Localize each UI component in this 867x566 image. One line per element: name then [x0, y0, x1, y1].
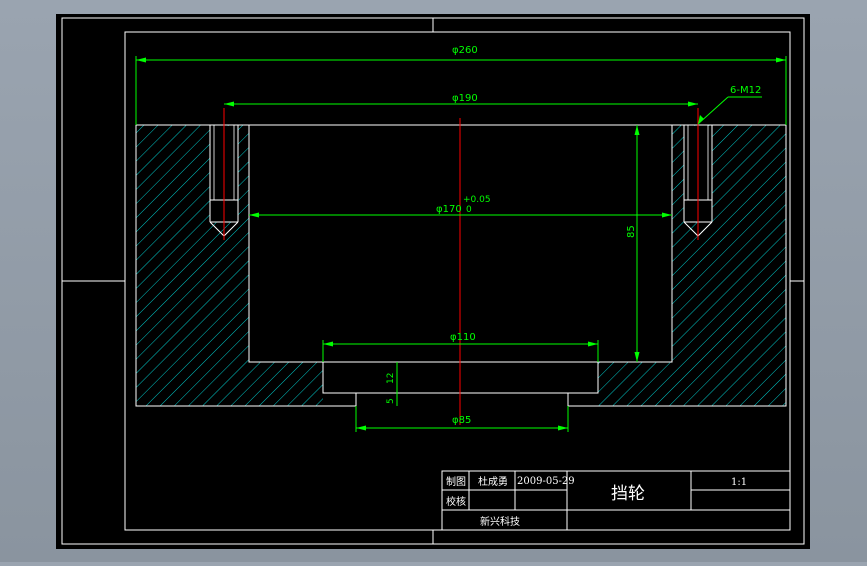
- dim-bore-depth: 85: [626, 225, 637, 238]
- cad-viewport[interactable]: φ260 φ190 6-M12 φ170 +0.05 0 85 φ110 12 …: [0, 0, 867, 562]
- dim-bore-diameter: φ170: [436, 204, 462, 215]
- title-check-label: 校核: [446, 495, 466, 508]
- title-drawn-label: 制图: [446, 475, 466, 488]
- dim-step-diameter: φ110: [450, 332, 476, 343]
- title-part-name: 挡轮: [611, 484, 645, 504]
- dim-step-height: 12: [386, 373, 396, 384]
- cad-drawing-canvas[interactable]: φ260 φ190 6-M12 φ170 +0.05 0 85 φ110 12 …: [0, 0, 867, 562]
- dim-overall-diameter: φ260: [452, 45, 478, 56]
- dim-thread-callout: 6-M12: [730, 85, 761, 96]
- dim-bore-tol-upper: +0.05: [463, 195, 491, 205]
- dim-bolt-circle: φ190: [452, 93, 478, 104]
- title-company: 新兴科技: [480, 515, 520, 528]
- title-drawn-by: 杜成勇: [478, 475, 508, 488]
- dim-bottom-height: 5: [386, 398, 396, 404]
- dim-bottom-diameter: φ85: [452, 415, 471, 426]
- title-date: 2009-05-29: [517, 476, 575, 487]
- title-scale: 1:1: [731, 477, 747, 488]
- dim-bore-tol-lower: 0: [466, 205, 472, 215]
